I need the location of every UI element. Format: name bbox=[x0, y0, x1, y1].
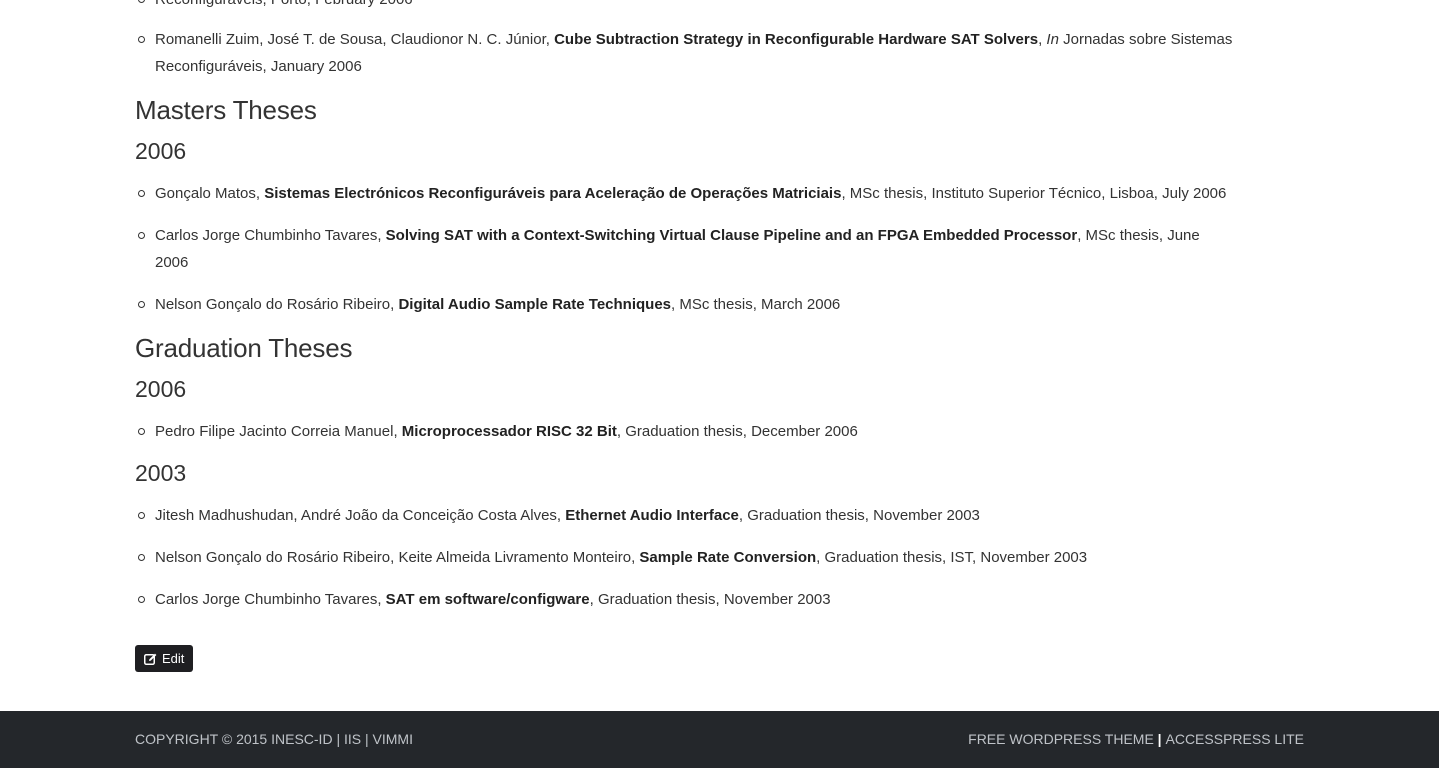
footer-copyright: COPYRIGHT © 2015 INESC-ID | IIS | VIMMI bbox=[135, 731, 413, 747]
entry-authors: Carlos Jorge Chumbinho Tavares, bbox=[155, 591, 386, 608]
section-heading-masters: Masters Theses bbox=[135, 95, 317, 125]
list-item-partial: Reconfiguráveis, Porto, February 2006 bbox=[135, 0, 1235, 13]
footer-link-iis[interactable]: IIS bbox=[344, 731, 361, 747]
list-item: Nelson Gonçalo do Rosário Ribeiro, Digit… bbox=[135, 291, 1235, 318]
footer-link-accesspress[interactable]: ACCESSPRESS LITE bbox=[1166, 731, 1305, 747]
entry-authors: Jitesh Madhushudan, André João da Concei… bbox=[155, 507, 566, 524]
footer-separator: | bbox=[1153, 731, 1166, 747]
section-heading-graduation: Graduation Theses bbox=[135, 333, 353, 363]
list-item: Nelson Gonçalo do Rosário Ribeiro, Keite… bbox=[135, 544, 1235, 571]
entry-title: Sample Rate Conversion bbox=[639, 549, 817, 566]
entry-in-label: In bbox=[1046, 31, 1059, 48]
list-item: Romanelli Zuim, José T. de Sousa, Claudi… bbox=[135, 26, 1235, 80]
edit-button-label: Edit bbox=[162, 651, 185, 666]
year-heading: 2003 bbox=[135, 460, 187, 486]
list-item: Gonçalo Matos, Sistemas Electrónicos Rec… bbox=[135, 180, 1235, 207]
footer-theme-credit: FREE WORDPRESS THEME | ACCESSPRESS LITE bbox=[968, 731, 1304, 747]
entry-authors: Nelson Gonçalo do Rosário Ribeiro, bbox=[155, 296, 399, 313]
list-item: Pedro Filipe Jacinto Correia Manuel, Mic… bbox=[135, 418, 1235, 445]
edit-button[interactable]: Edit bbox=[135, 645, 194, 672]
list-item: Carlos Jorge Chumbinho Tavares, SAT em s… bbox=[135, 586, 1235, 613]
entry-authors: Nelson Gonçalo do Rosário Ribeiro, Keite… bbox=[155, 549, 640, 566]
entry-title: Sistemas Electrónicos Reconfiguráveis pa… bbox=[264, 185, 842, 202]
entry-details: , MSc thesis, Instituto Superior Técnico… bbox=[841, 185, 1227, 202]
edit-icon bbox=[144, 653, 157, 665]
entry-title: Digital Audio Sample Rate Techniques bbox=[398, 296, 672, 313]
entry-title: SAT em software/configware bbox=[385, 591, 590, 608]
footer-link-vimmi[interactable]: VIMMI bbox=[373, 731, 413, 747]
publications-content: Reconfiguráveis, Porto, February 2006 Ro… bbox=[135, 0, 1235, 672]
footer-separator: | bbox=[332, 731, 344, 747]
entry-details: , MSc thesis, March 2006 bbox=[671, 296, 841, 313]
entry-authors: Romanelli Zuim, José T. de Sousa, Claudi… bbox=[155, 31, 555, 48]
copyright-text: COPYRIGHT © 2015 INESC-ID bbox=[135, 731, 333, 747]
year-heading: 2006 bbox=[135, 138, 187, 164]
year-heading: 2006 bbox=[135, 376, 187, 402]
entry-title: Solving SAT with a Context-Switching Vir… bbox=[385, 227, 1078, 244]
list-item: Jitesh Madhushudan, André João da Concei… bbox=[135, 502, 1235, 529]
site-footer: COPYRIGHT © 2015 INESC-ID | IIS | VIMMI … bbox=[0, 711, 1439, 768]
entry-details: , Graduation thesis, December 2006 bbox=[616, 423, 858, 440]
entry-title: Microprocessador RISC 32 Bit bbox=[401, 423, 617, 440]
entry-details: , Graduation thesis, November 2003 bbox=[738, 507, 980, 524]
list-item: Carlos Jorge Chumbinho Tavares, Solving … bbox=[135, 222, 1235, 276]
entry-text: Reconfiguráveis, Porto, February 2006 bbox=[155, 0, 413, 8]
footer-link-wordpress-theme[interactable]: FREE WORDPRESS THEME bbox=[968, 731, 1154, 747]
entry-details: , Graduation thesis, IST, November 2003 bbox=[816, 549, 1088, 566]
entry-details: , Graduation thesis, November 2003 bbox=[589, 591, 831, 608]
entry-authors: Gonçalo Matos, bbox=[155, 185, 265, 202]
entry-title: Cube Subtraction Strategy in Reconfigura… bbox=[554, 31, 1039, 48]
entry-title: Ethernet Audio Interface bbox=[565, 507, 739, 524]
footer-separator: | bbox=[361, 731, 373, 747]
entry-authors: Carlos Jorge Chumbinho Tavares, bbox=[155, 227, 386, 244]
entry-authors: Pedro Filipe Jacinto Correia Manuel, bbox=[155, 423, 402, 440]
